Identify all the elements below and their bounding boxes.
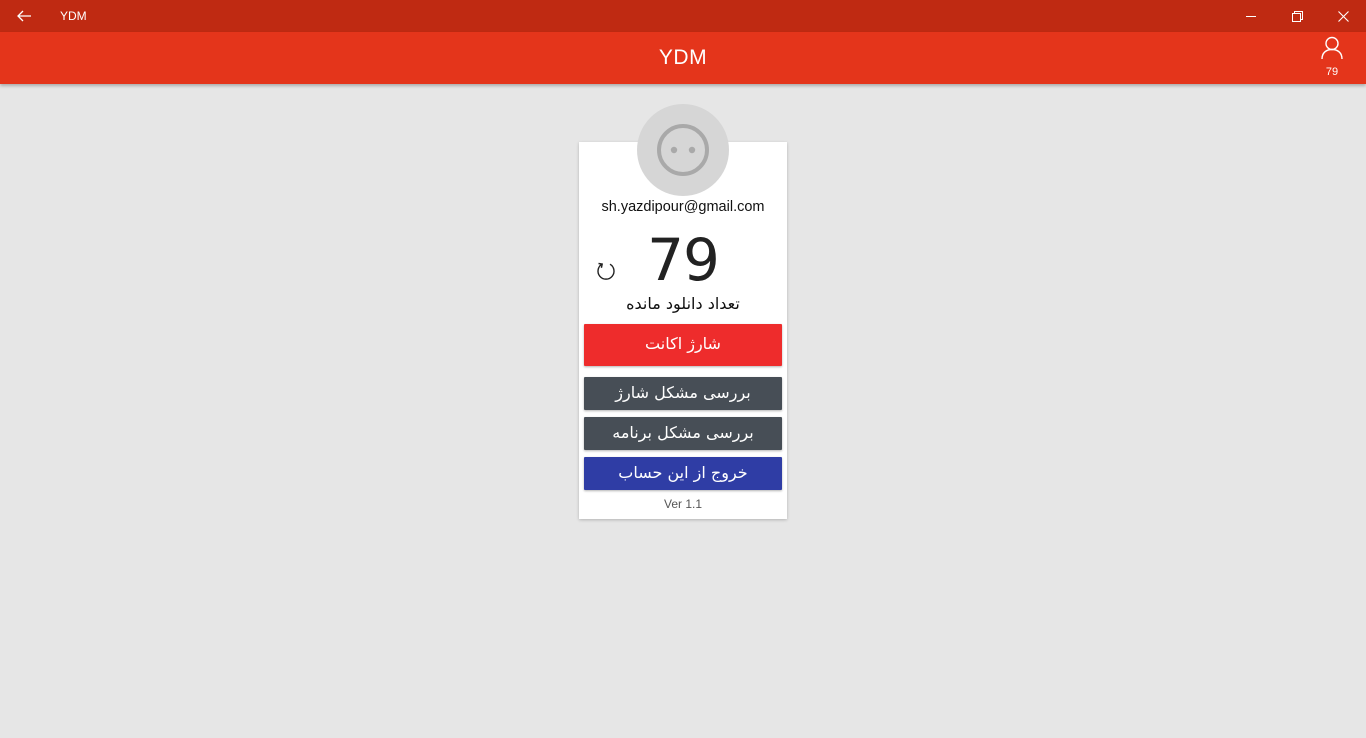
account-button[interactable]: 79	[1312, 36, 1352, 82]
remaining-label: تعداد دانلود مانده	[626, 294, 740, 313]
account-card: sh.yazdipour@gmail.com 79 تعداد دانلود م…	[579, 142, 787, 519]
avatar-icon	[657, 124, 709, 176]
close-icon	[1337, 10, 1349, 22]
account-count: 79	[1325, 66, 1339, 78]
remaining-count: 79	[647, 226, 720, 294]
minimize-button[interactable]	[1228, 0, 1274, 32]
restore-button[interactable]	[1274, 0, 1320, 32]
app-title: YDM	[658, 46, 708, 69]
logout-button[interactable]: خروج از این حساب	[584, 457, 782, 490]
app-problem-button[interactable]: بررسی مشکل برنامه	[584, 417, 782, 450]
app-header: YDM 79	[0, 32, 1366, 84]
charge-account-button[interactable]: شارژ اکانت	[584, 324, 782, 366]
email-text: sh.yazdipour@gmail.com	[601, 199, 765, 215]
window-title: YDM	[60, 9, 87, 23]
version-text: Ver 1.1	[663, 497, 703, 511]
charge-problem-button[interactable]: بررسی مشکل شارژ	[584, 377, 782, 410]
window-title-bar: YDM	[0, 0, 1366, 32]
back-arrow-icon[interactable]	[8, 0, 40, 32]
restore-icon	[1291, 10, 1303, 22]
minimize-icon	[1246, 16, 1256, 17]
avatar	[637, 104, 729, 196]
close-button[interactable]	[1320, 0, 1366, 32]
person-icon	[1321, 36, 1343, 60]
